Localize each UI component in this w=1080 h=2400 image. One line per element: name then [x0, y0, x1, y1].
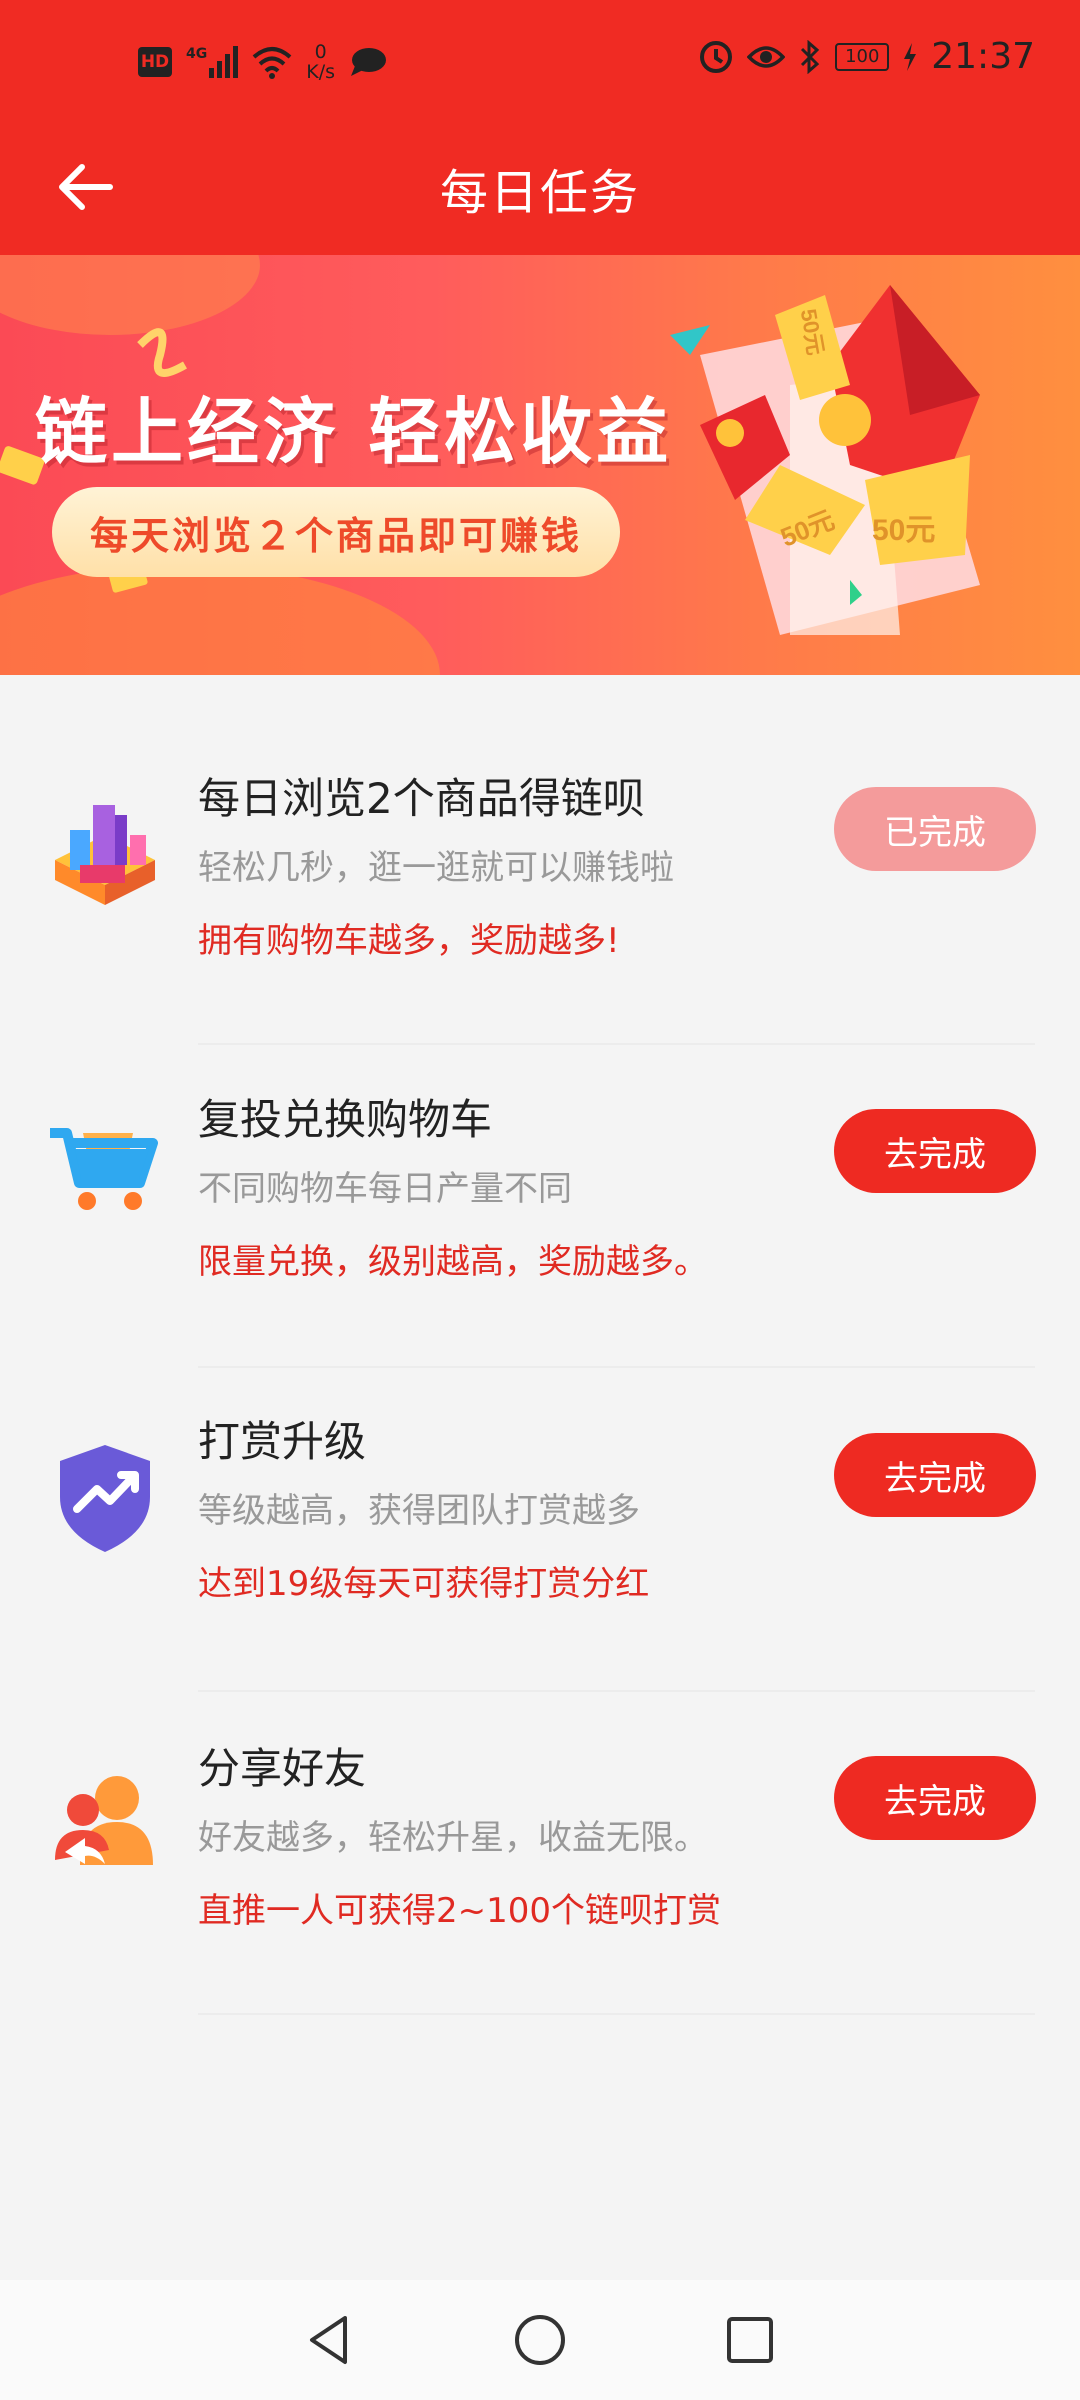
banner-headline: 链上经济 轻松收益	[35, 390, 673, 474]
signal-icon	[209, 46, 239, 78]
net-speed-unit: K/s	[306, 61, 335, 83]
divider	[198, 1366, 1035, 1368]
banner-subline: 每天浏览２个商品即可赚钱	[52, 487, 620, 577]
task-title: 分享好友	[198, 1744, 367, 1793]
nav-recents-icon[interactable]	[720, 2310, 780, 2370]
top-bar: HD 4G 0 K/s 100 21:37 每日任务	[0, 0, 1080, 255]
task-title: 打赏升级	[198, 1417, 367, 1466]
shield-trend-icon	[60, 1445, 150, 1552]
red-envelope-illustration: 50元 50元 50元	[670, 285, 980, 635]
nav-home-icon[interactable]	[510, 2310, 570, 2370]
coupon-2-label: 50元	[872, 514, 935, 547]
charging-icon	[904, 42, 917, 71]
wifi-icon	[252, 47, 292, 79]
task-desc: 等级越高，获得团队打赏越多	[198, 1491, 640, 1531]
task-note: 直推一人可获得2~100个链呗打赏	[198, 1891, 722, 1931]
task-item-exchange-cart: 复投兑换购物车 不同购物车每日产量不同 限量兑换，级别越高，奖励越多。 去完成	[0, 1048, 1080, 1368]
task-item-reward-upgrade: 打赏升级 等级越高，获得团队打赏越多 达到19级每天可获得打赏分红 去完成	[0, 1372, 1080, 1692]
task-go-button[interactable]: 去完成	[834, 1109, 1036, 1193]
shopping-cart-icon	[50, 1128, 158, 1210]
system-nav-bar	[0, 2280, 1080, 2400]
task-go-button[interactable]: 去完成	[834, 1433, 1036, 1517]
clock: 21:37	[931, 36, 1035, 77]
task-item-share-friends: 分享好友 好友越多，轻松升星，收益无限。 直推一人可获得2~100个链呗打赏 去…	[0, 1695, 1080, 2015]
alarm-icon	[700, 40, 733, 73]
net-speed-value: 0	[314, 41, 327, 63]
status-bar: HD 4G 0 K/s 100 21:37	[0, 30, 1080, 100]
page-title: 每日任务	[439, 165, 640, 221]
nav-back-icon[interactable]	[300, 2310, 360, 2370]
eye-icon	[747, 45, 786, 68]
city-buildings-icon	[55, 805, 155, 905]
task-note: 拥有购物车越多，奖励越多!	[198, 921, 620, 961]
net-speed: 0 K/s	[306, 42, 335, 82]
task-note: 达到19级每天可获得打赏分红	[198, 1564, 650, 1604]
task-status-button[interactable]: 已完成	[834, 787, 1036, 871]
nav-row: 每日任务	[0, 135, 1080, 235]
hd-badge: HD	[138, 47, 172, 77]
share-friends-icon	[55, 1776, 153, 1865]
bluetooth-icon	[801, 39, 820, 74]
task-title: 复投兑换购物车	[198, 1095, 493, 1144]
divider	[198, 2013, 1035, 2015]
task-go-button[interactable]: 去完成	[834, 1756, 1036, 1840]
divider	[198, 1043, 1035, 1045]
battery-icon: 100	[835, 42, 890, 71]
message-icon	[351, 48, 386, 76]
promo-banner[interactable]: 链上经济 轻松收益 每天浏览２个商品即可赚钱 50元 50元 50元	[0, 255, 1080, 675]
task-desc: 轻松几秒，逛一逛就可以赚钱啦	[198, 848, 674, 888]
task-item-browse: 每日浏览2个商品得链呗 轻松几秒，逛一逛就可以赚钱啦 拥有购物车越多，奖励越多!…	[0, 725, 1080, 1045]
divider	[198, 1690, 1035, 1692]
network-type: 4G	[186, 46, 208, 62]
task-note: 限量兑换，级别越高，奖励越多。	[198, 1242, 708, 1282]
task-title: 每日浏览2个商品得链呗	[198, 774, 645, 823]
task-desc: 不同购物车每日产量不同	[198, 1169, 572, 1209]
task-desc: 好友越多，轻松升星，收益无限。	[198, 1818, 708, 1858]
